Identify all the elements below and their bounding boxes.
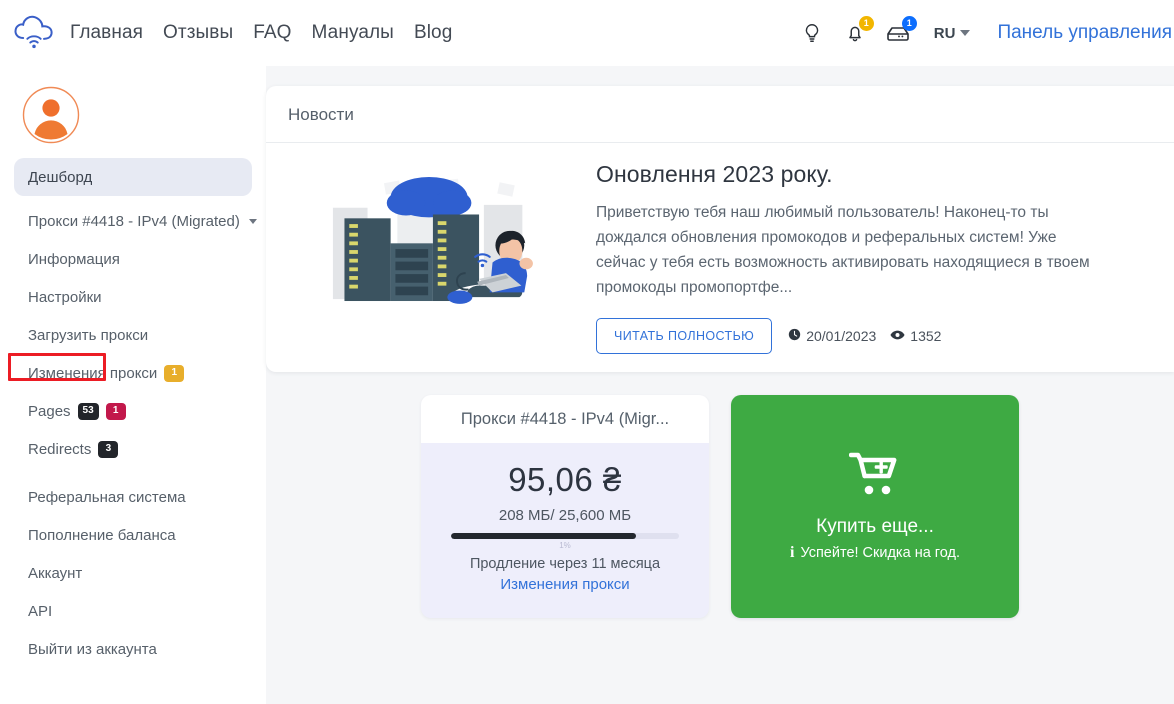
sidebar-item-label: Реферальная система bbox=[28, 489, 186, 506]
sidebar: Дешборд Прокси #4418 - IPv4 (Migrated) И… bbox=[0, 66, 266, 704]
sidebar-item-information[interactable]: Информация bbox=[14, 240, 252, 278]
sidebar-item-account[interactable]: Аккаунт bbox=[14, 554, 252, 592]
clock-icon bbox=[788, 328, 801, 344]
sidebar-item-balance-topup[interactable]: Пополнение баланса bbox=[14, 516, 252, 554]
sidebar-item-label: API bbox=[28, 603, 52, 620]
sidebar-badge-count: 53 bbox=[78, 403, 99, 420]
news-title: Оновлення 2023 року. bbox=[596, 161, 1150, 188]
inbox-badge: 1 bbox=[902, 16, 917, 31]
buy-card-subtitle-row: i Успейте! Скидка на год. bbox=[790, 544, 960, 562]
read-more-button[interactable]: ЧИТАТЬ ПОЛНОСТЬЮ bbox=[596, 318, 772, 354]
control-panel-link[interactable]: Панель управления bbox=[997, 22, 1174, 44]
buy-card-subtitle: Успейте! Скидка на год. bbox=[800, 545, 960, 561]
language-label: RU bbox=[934, 25, 956, 42]
eye-icon bbox=[890, 328, 905, 344]
proxy-price: 95,06 ₴ bbox=[451, 461, 679, 499]
sidebar-item-proxy-changes[interactable]: Изменения прокси 1 bbox=[14, 354, 252, 392]
news-text-block: Оновлення 2023 року. Приветствую тебя на… bbox=[596, 149, 1174, 354]
buy-card-title: Купить еще... bbox=[816, 516, 934, 538]
main-content: Новости bbox=[266, 66, 1174, 704]
server-cloud-illustration bbox=[266, 149, 596, 329]
sidebar-item-referral-system[interactable]: Реферальная система bbox=[14, 478, 252, 516]
chevron-down-icon bbox=[960, 30, 970, 36]
lightbulb-icon[interactable] bbox=[799, 19, 825, 47]
sidebar-item-label: Выйти из аккаунта bbox=[28, 641, 157, 658]
traffic-progress-bar bbox=[451, 533, 679, 539]
sidebar-item-label: Прокси #4418 - IPv4 (Migrated) bbox=[28, 213, 240, 230]
sidebar-item-redirects[interactable]: Redirects 3 bbox=[14, 430, 252, 468]
sidebar-item-label: Информация bbox=[28, 251, 120, 268]
sidebar-item-label: Аккаунт bbox=[28, 565, 82, 582]
news-section-title: Новости bbox=[266, 86, 1174, 143]
header-actions: 1 1 RU Панель управления bbox=[799, 19, 1174, 47]
proxy-card-title: Прокси #4418 - IPv4 (Migr... bbox=[421, 395, 709, 443]
news-body: Оновлення 2023 року. Приветствую тебя на… bbox=[266, 143, 1174, 372]
sidebar-item-api[interactable]: API bbox=[14, 592, 252, 630]
proxy-renewal-text: Продление через 11 месяца bbox=[451, 556, 679, 572]
sidebar-badge-count: 3 bbox=[98, 441, 118, 458]
sidebar-item-label: Redirects bbox=[28, 441, 91, 458]
proxy-changes-link[interactable]: Изменения прокси bbox=[500, 576, 629, 593]
news-card: Новости bbox=[266, 86, 1174, 372]
proxy-traffic: 208 МБ/ 25,600 МБ bbox=[451, 507, 679, 524]
nav-link-home[interactable]: Главная bbox=[70, 22, 143, 44]
news-meta-group: 20/01/2023 1352 bbox=[788, 328, 941, 344]
traffic-progress-fill bbox=[451, 533, 636, 539]
nav-link-reviews[interactable]: Отзывы bbox=[163, 22, 233, 44]
proxy-summary-card: Прокси #4418 - IPv4 (Migr... 95,06 ₴ 208… bbox=[421, 395, 709, 618]
sidebar-badge-alert: 1 bbox=[106, 403, 126, 420]
news-views-chip: 1352 bbox=[890, 328, 941, 344]
info-icon: i bbox=[790, 544, 794, 562]
news-date: 20/01/2023 bbox=[806, 328, 876, 344]
buy-more-card[interactable]: Купить еще... i Успейте! Скидка на год. bbox=[731, 395, 1019, 618]
sidebar-item-label: Пополнение баланса bbox=[28, 527, 176, 544]
sidebar-item-settings[interactable]: Настройки bbox=[14, 278, 252, 316]
news-views: 1352 bbox=[910, 328, 941, 344]
primary-nav-links: Главная Отзывы FAQ Мануалы Blog bbox=[70, 22, 452, 44]
nav-link-blog[interactable]: Blog bbox=[414, 22, 452, 44]
news-date-chip: 20/01/2023 bbox=[788, 328, 876, 344]
inbox-icon[interactable]: 1 bbox=[885, 19, 911, 47]
dashboard-cards-row: Прокси #4418 - IPv4 (Migr... 95,06 ₴ 208… bbox=[266, 372, 1174, 618]
user-avatar-icon[interactable] bbox=[22, 86, 80, 144]
sidebar-item-proxy-selector[interactable]: Прокси #4418 - IPv4 (Migrated) bbox=[14, 202, 252, 240]
sidebar-item-label: Настройки bbox=[28, 289, 102, 306]
sidebar-item-logout[interactable]: Выйти из аккаунта bbox=[14, 630, 252, 668]
cloud-wifi-logo[interactable] bbox=[12, 13, 56, 53]
sidebar-item-pages[interactable]: Pages 53 1 bbox=[14, 392, 252, 430]
proxy-card-body: 95,06 ₴ 208 МБ/ 25,600 МБ 1% Продление ч… bbox=[421, 443, 709, 618]
top-navigation-bar: Главная Отзывы FAQ Мануалы Blog 1 bbox=[0, 0, 1174, 66]
chevron-down-icon bbox=[249, 219, 257, 224]
language-selector[interactable]: RU bbox=[934, 25, 971, 42]
nav-link-faq[interactable]: FAQ bbox=[253, 22, 291, 44]
sidebar-item-dashboard[interactable]: Дешборд bbox=[14, 158, 252, 196]
sidebar-item-upload-proxy[interactable]: Загрузить прокси bbox=[14, 316, 252, 354]
news-meta: ЧИТАТЬ ПОЛНОСТЬЮ 20/01/2023 bbox=[596, 318, 1150, 354]
sidebar-item-label: Pages bbox=[28, 403, 71, 420]
page-body: Дешборд Прокси #4418 - IPv4 (Migrated) И… bbox=[0, 66, 1174, 704]
sidebar-badge: 1 bbox=[164, 365, 184, 382]
bell-badge: 1 bbox=[859, 16, 874, 31]
sidebar-item-label: Дешборд bbox=[28, 169, 92, 186]
traffic-progress-label: 1% bbox=[451, 541, 679, 550]
news-excerpt: Приветствую тебя наш любимый пользовател… bbox=[596, 200, 1101, 300]
bell-icon[interactable]: 1 bbox=[842, 19, 868, 47]
nav-link-manuals[interactable]: Мануалы bbox=[312, 22, 394, 44]
cart-plus-icon bbox=[849, 451, 901, 502]
sidebar-item-label: Изменения прокси bbox=[28, 365, 157, 382]
sidebar-item-label: Загрузить прокси bbox=[28, 327, 148, 344]
